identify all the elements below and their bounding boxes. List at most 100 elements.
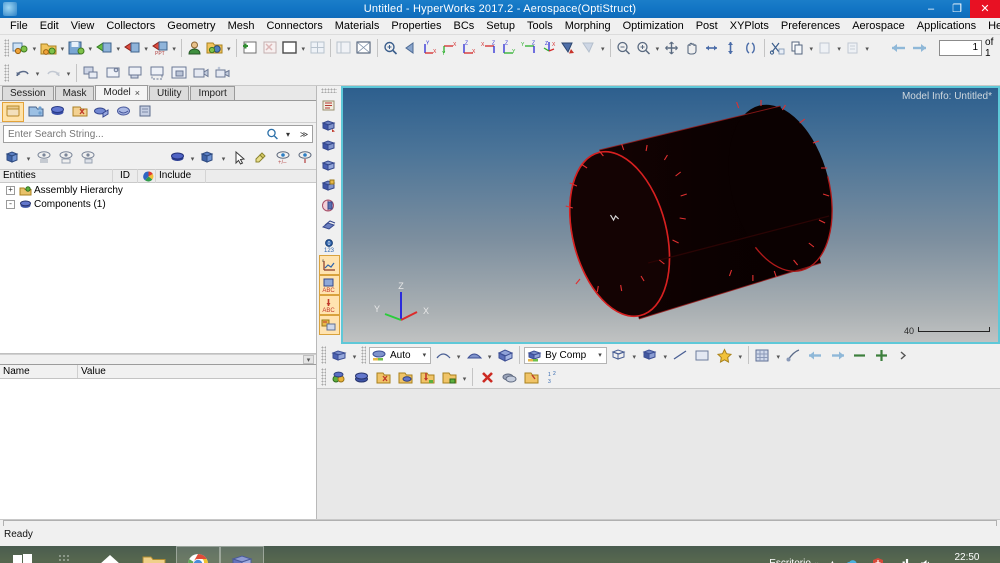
antivirus-icon[interactable]: [866, 557, 890, 563]
copy-icon[interactable]: [787, 37, 807, 58]
save-model-caret[interactable]: ▾: [86, 37, 94, 58]
reorder-numbers-icon[interactable]: 123: [542, 367, 564, 388]
maximize-button[interactable]: ❐: [944, 0, 970, 18]
toolbar-grip[interactable]: [4, 63, 9, 82]
undo-icon[interactable]: [11, 62, 33, 83]
system-collector-icon[interactable]: [438, 367, 460, 388]
component-table-icon[interactable]: [350, 367, 372, 388]
redo-icon[interactable]: [42, 62, 64, 83]
chrome-icon[interactable]: [176, 546, 220, 563]
element-visualization-caret[interactable]: ▾: [630, 345, 639, 366]
wireframe-caret[interactable]: ▾: [454, 345, 463, 366]
page-number-input[interactable]: 1: [938, 39, 983, 56]
create-component-caret[interactable]: ▾: [24, 147, 33, 168]
cut-icon[interactable]: [768, 37, 788, 58]
material-view-icon[interactable]: [90, 102, 112, 122]
toolbar-grip[interactable]: [321, 346, 326, 364]
show-partial-icon[interactable]: +/–: [272, 147, 294, 167]
color-mode-dropdown[interactable]: By Comp ▾: [524, 346, 607, 364]
menu-item-xyplots[interactable]: XYPlots: [724, 18, 775, 35]
measure-icon[interactable]: [783, 345, 805, 366]
record-animation-icon[interactable]: [212, 62, 234, 83]
mesh-display-mode-dropdown[interactable]: Auto ▾: [369, 346, 432, 364]
favorites-caret[interactable]: ▾: [736, 345, 745, 366]
rotate-view-icon[interactable]: [559, 37, 579, 58]
previous-view-icon[interactable]: [400, 37, 420, 58]
zoom-caret[interactable]: ▾: [653, 37, 661, 58]
window-split-icon[interactable]: [334, 37, 354, 58]
menu-item-mesh[interactable]: Mesh: [222, 18, 261, 35]
material-table-icon[interactable]: [394, 367, 416, 388]
menu-item-optimization[interactable]: Optimization: [617, 18, 690, 35]
add-state-icon[interactable]: [871, 345, 893, 366]
display-component-icon[interactable]: [197, 147, 219, 167]
mesh-visualization-icon[interactable]: [328, 345, 350, 366]
search-input[interactable]: [4, 128, 264, 140]
plane-icon[interactable]: [692, 345, 714, 366]
solid-visualization-caret[interactable]: ▾: [661, 345, 670, 366]
user-profile-icon[interactable]: [185, 37, 205, 58]
tree-item[interactable]: - Components (1): [0, 197, 316, 211]
color-wheel-icon[interactable]: [138, 169, 156, 183]
menu-item-preferences[interactable]: Preferences: [775, 18, 846, 35]
browser-tab-session[interactable]: Session: [2, 86, 54, 100]
show-isolate-icon[interactable]: [294, 147, 316, 167]
display-label-icon[interactable]: ABC: [318, 295, 340, 315]
capture-to-clipboard-icon[interactable]: [168, 62, 190, 83]
hyperworks-icon[interactable]: [220, 546, 264, 563]
taskbar-clock[interactable]: 22:50 10/03/2018: [938, 552, 1000, 563]
network-icon[interactable]: [890, 558, 914, 563]
search-options-caret-icon[interactable]: ▾: [280, 130, 296, 139]
menu-item-aerospace[interactable]: Aerospace: [846, 18, 911, 35]
display-text-icon[interactable]: ABC: [318, 275, 340, 295]
menu-item-collectors[interactable]: Collectors: [100, 18, 161, 35]
taskview-icon[interactable]: [44, 546, 88, 563]
menu-item-setup[interactable]: Setup: [480, 18, 521, 35]
record-video-icon[interactable]: [190, 62, 212, 83]
tree-expander-icon[interactable]: -: [6, 199, 15, 209]
delete-entity-icon[interactable]: [476, 367, 498, 388]
paste-special-icon[interactable]: [843, 37, 863, 58]
capture-window-icon[interactable]: [102, 62, 124, 83]
menu-item-bcs[interactable]: BCs: [448, 18, 481, 35]
windows-start-icon[interactable]: [0, 546, 44, 563]
undo-caret[interactable]: ▾: [33, 62, 42, 83]
previous-state-icon[interactable]: [805, 345, 827, 366]
import-caret[interactable]: ▾: [114, 37, 122, 58]
column-id[interactable]: ID: [113, 169, 138, 183]
browser-tab-model[interactable]: Model ×: [95, 85, 148, 100]
select-pointer-icon[interactable]: [228, 147, 250, 167]
view-isometric-icon[interactable]: ZX: [539, 37, 559, 58]
display-numbers-icon[interactable]: [319, 95, 340, 115]
column-include[interactable]: Include: [156, 169, 206, 183]
fit-model-icon[interactable]: [661, 37, 681, 58]
component-view-icon[interactable]: [46, 102, 68, 122]
toolbar-grip[interactable]: [321, 368, 326, 386]
load-userprofile-caret[interactable]: ▾: [225, 37, 233, 58]
zoom-out-icon[interactable]: [614, 37, 634, 58]
view-yx-icon[interactable]: XY: [440, 37, 460, 58]
save-model-icon[interactable]: [66, 37, 86, 58]
shaded-caret[interactable]: ▾: [485, 345, 494, 366]
fit-view-icon[interactable]: [381, 37, 401, 58]
volume-icon[interactable]: [914, 558, 938, 563]
property-table-icon[interactable]: [372, 367, 394, 388]
close-button[interactable]: ✕: [970, 0, 1000, 18]
page-layout-icon[interactable]: [279, 37, 299, 58]
display-shrink-icon[interactable]: [319, 155, 340, 175]
wireframe-icon[interactable]: [432, 345, 454, 366]
pan-horizontal-icon[interactable]: [701, 37, 721, 58]
toolbar-grip[interactable]: [321, 88, 337, 93]
solid-shaded-icon[interactable]: [494, 345, 516, 366]
browser-tab-import[interactable]: Import: [190, 86, 235, 100]
grid-display-icon[interactable]: [752, 345, 774, 366]
export-ppt-icon[interactable]: PPT: [150, 37, 170, 58]
page-layout-caret[interactable]: ▾: [299, 37, 307, 58]
paste-icon[interactable]: [815, 37, 835, 58]
line-style-icon[interactable]: [670, 345, 692, 366]
menu-item-view[interactable]: View: [65, 18, 101, 35]
entity-tree[interactable]: + Assembly Hierarchy - Components (1): [0, 183, 316, 354]
view-zx-icon[interactable]: ZX: [460, 37, 480, 58]
property-view-icon[interactable]: [68, 102, 90, 122]
menu-item-applications[interactable]: Applications: [911, 18, 982, 35]
